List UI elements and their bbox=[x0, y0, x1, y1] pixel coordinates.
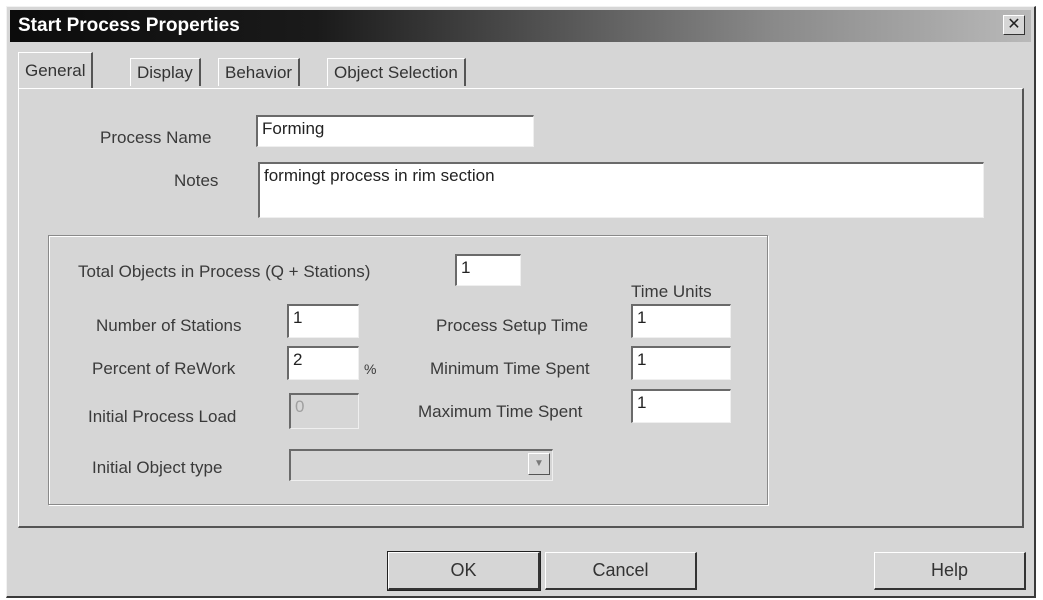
time-units-label: Time Units bbox=[631, 282, 712, 301]
tab-general[interactable]: General bbox=[18, 52, 94, 88]
min-time-label: Minimum Time Spent bbox=[430, 359, 590, 378]
tab-behavior[interactable]: Behavior bbox=[218, 58, 301, 86]
initial-load-input: 0 bbox=[289, 393, 359, 429]
title-bar: Start Process Properties ✕ bbox=[10, 10, 1031, 42]
notes-label: Notes bbox=[174, 171, 219, 190]
dialog-title: Start Process Properties bbox=[18, 15, 240, 36]
max-time-input[interactable]: 1 bbox=[631, 389, 731, 423]
percent-symbol: % bbox=[364, 361, 377, 377]
total-objects-input[interactable]: 1 bbox=[455, 254, 521, 286]
num-stations-input[interactable]: 1 bbox=[287, 304, 359, 338]
tab-object-selection[interactable]: Object Selection bbox=[327, 58, 466, 86]
cancel-button[interactable]: Cancel bbox=[545, 552, 697, 590]
total-objects-label: Total Objects in Process (Q + Stations) bbox=[78, 262, 371, 281]
initial-object-type-select: ▼ bbox=[289, 449, 553, 481]
close-icon[interactable]: ✕ bbox=[1003, 15, 1025, 35]
percent-rework-label: Percent of ReWork bbox=[92, 359, 236, 378]
tab-display[interactable]: Display bbox=[130, 58, 201, 86]
notes-textarea[interactable]: formingt process in rim section bbox=[258, 162, 984, 218]
percent-rework-input[interactable]: 2 bbox=[287, 346, 359, 380]
setup-time-input[interactable]: 1 bbox=[631, 304, 731, 338]
max-time-label: Maximum Time Spent bbox=[418, 402, 583, 421]
initial-object-type-label: Initial Object type bbox=[92, 458, 223, 477]
initial-load-label: Initial Process Load bbox=[88, 407, 237, 426]
min-time-input[interactable]: 1 bbox=[631, 346, 731, 380]
ok-button[interactable]: OK bbox=[387, 551, 541, 591]
setup-time-label: Process Setup Time bbox=[436, 316, 589, 335]
num-stations-label: Number of Stations bbox=[96, 316, 242, 335]
help-button[interactable]: Help bbox=[874, 552, 1026, 590]
process-name-label: Process Name bbox=[100, 128, 212, 147]
chevron-down-icon: ▼ bbox=[528, 453, 550, 475]
process-name-input[interactable]: Forming bbox=[256, 115, 534, 147]
